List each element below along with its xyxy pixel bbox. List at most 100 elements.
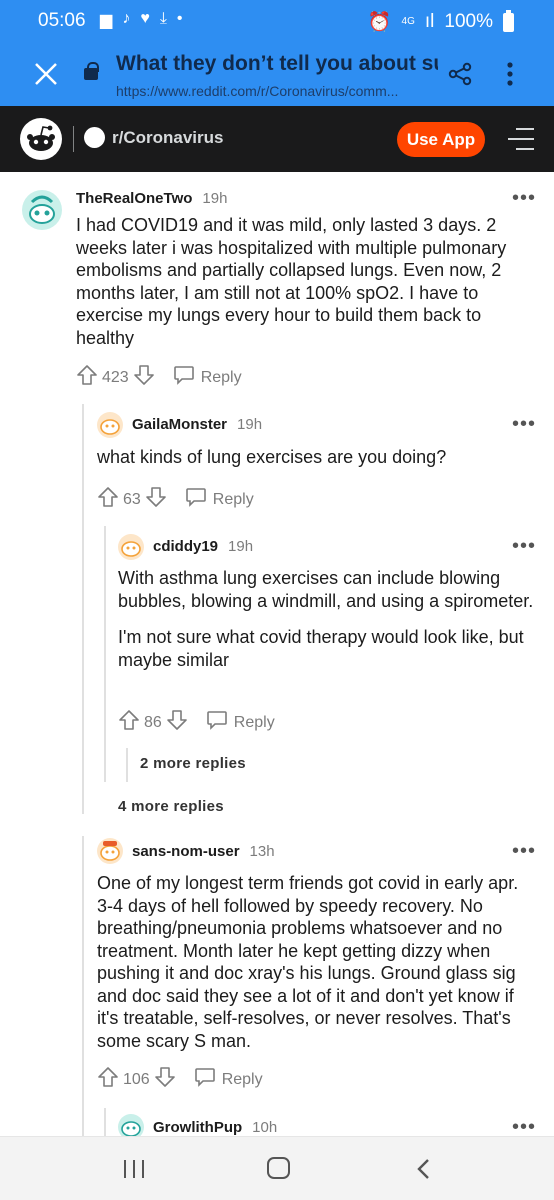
recent-apps-icon[interactable]: [124, 1160, 144, 1178]
alarm-icon: ⏰: [367, 12, 392, 33]
comment-age: 10h: [252, 1119, 278, 1136]
reddit-logo-icon[interactable]: [20, 118, 62, 160]
comment-author[interactable]: cdiddy19: [153, 538, 218, 555]
comment-paragraph: I had COVID19 and it was mild, only last…: [76, 215, 507, 348]
downvote-icon[interactable]: [154, 1066, 176, 1093]
signal-icon: ıl: [424, 11, 435, 32]
comment-body: One of my longest term friends got covid…: [97, 872, 539, 1052]
dot-icon: •: [176, 10, 183, 27]
more-replies-link[interactable]: 4 more replies: [118, 798, 224, 815]
reply-button[interactable]: Reply: [173, 365, 242, 390]
share-icon[interactable]: [447, 62, 473, 86]
avatar[interactable]: [97, 838, 123, 864]
close-icon[interactable]: [28, 56, 64, 92]
comment-actions: 106 Reply: [97, 1066, 263, 1093]
reply-label: Reply: [200, 368, 242, 386]
reply-button[interactable]: Reply: [185, 487, 254, 512]
header-divider: [73, 126, 74, 152]
comment-author[interactable]: GrowlithPup: [153, 1119, 242, 1136]
message-icon: ▆: [100, 12, 113, 29]
comment-actions: 423 Reply: [76, 364, 242, 391]
more-replies-link[interactable]: 2 more replies: [140, 755, 246, 772]
more-horizontal-icon[interactable]: •••: [512, 841, 536, 861]
battery-icon: [503, 9, 514, 32]
comment-header: TheRealOneTwo 19h: [76, 190, 227, 207]
reply-label: Reply: [212, 490, 254, 508]
comment-actions: 86 Reply: [118, 709, 275, 736]
avatar[interactable]: [97, 412, 123, 438]
reply-label: Reply: [233, 713, 275, 731]
comment-header: sans-nom-user 13h: [132, 843, 275, 860]
more-horizontal-icon[interactable]: •••: [512, 536, 536, 556]
upvote-icon[interactable]: [76, 364, 98, 391]
home-icon[interactable]: [267, 1157, 290, 1179]
reply-icon: [194, 1067, 216, 1092]
status-bar: 05:06 ▆ ♪ ♥ ⤓ • ⏰ 4G ıl 100%: [0, 0, 554, 42]
comment-age: 13h: [249, 843, 275, 860]
comment-author[interactable]: GailaMonster: [132, 416, 227, 433]
downvote-icon[interactable]: [133, 364, 155, 391]
bell-icon: ♪: [122, 10, 131, 27]
system-nav-bar: [0, 1136, 554, 1200]
avatar[interactable]: [22, 190, 62, 230]
avatar[interactable]: [118, 1114, 144, 1136]
page-url[interactable]: https://www.reddit.com/r/Coronavirus/com…: [116, 83, 438, 99]
comment-paragraph: One of my longest term friends got covid…: [97, 873, 519, 1051]
more-horizontal-icon[interactable]: •••: [512, 1117, 536, 1136]
thread-line[interactable]: [82, 404, 84, 814]
thread-line[interactable]: [82, 836, 84, 1136]
subreddit-link[interactable]: r/Coronavirus: [84, 127, 223, 148]
network-label: 4G: [401, 16, 415, 27]
reply-icon: [185, 487, 207, 512]
reply-button[interactable]: Reply: [194, 1067, 263, 1092]
comment-paragraph: what kinds of lung exercises are you doi…: [97, 447, 447, 467]
reddit-header: r/Coronavirus Use App: [0, 106, 554, 172]
browser-bar: What they don’t tell you about sur... ht…: [0, 42, 554, 106]
comment-author[interactable]: TheRealOneTwo: [76, 190, 192, 207]
comment-age: 19h: [202, 190, 228, 207]
upvote-icon[interactable]: [97, 1066, 119, 1093]
status-time: 05:06: [38, 10, 86, 31]
comment-body: With asthma lung exercises can include b…: [118, 567, 538, 671]
comment-age: 19h: [228, 538, 254, 555]
upvote-icon[interactable]: [118, 709, 140, 736]
upvote-icon[interactable]: [97, 486, 119, 513]
comment-author[interactable]: sans-nom-user: [132, 843, 240, 860]
reply-icon: [206, 710, 228, 735]
comment-header: cdiddy19 19h: [153, 538, 253, 555]
avatar[interactable]: [118, 534, 144, 560]
use-app-button[interactable]: Use App: [397, 122, 485, 157]
menu-icon[interactable]: [508, 128, 534, 150]
subreddit-icon: [84, 127, 105, 148]
lock-icon: [84, 62, 99, 80]
downvote-icon[interactable]: [166, 709, 188, 736]
vote-score: 106: [123, 1070, 150, 1088]
reply-label: Reply: [221, 1070, 263, 1088]
downvote-icon[interactable]: [145, 486, 167, 513]
back-icon[interactable]: [412, 1157, 436, 1181]
thread-line[interactable]: [126, 748, 128, 782]
page-title[interactable]: What they don’t tell you about sur...: [116, 52, 438, 76]
comment-age: 19h: [237, 416, 263, 433]
subreddit-name[interactable]: r/Coronavirus: [112, 128, 223, 148]
download-icon: ⤓: [159, 10, 167, 27]
comment-list: TheRealOneTwo 19h ••• I had COVID19 and …: [0, 172, 554, 1136]
battery-label: 100%: [444, 11, 493, 32]
more-vert-icon[interactable]: [500, 60, 520, 88]
comment-body: I had COVID19 and it was mild, only last…: [76, 214, 536, 349]
reply-button[interactable]: Reply: [206, 710, 275, 735]
more-horizontal-icon[interactable]: •••: [512, 414, 536, 434]
comment-paragraph: With asthma lung exercises can include b…: [118, 568, 534, 611]
more-horizontal-icon[interactable]: •••: [512, 188, 536, 208]
thread-line[interactable]: [104, 1108, 106, 1136]
reply-icon: [173, 365, 195, 390]
comment-header: GrowlithPup 10h: [153, 1119, 277, 1136]
notification-icons: ▆ ♪ ♥ ⤓ •: [100, 10, 183, 30]
comment-actions: 63 Reply: [97, 486, 254, 513]
vote-score: 86: [144, 713, 162, 731]
thread-line[interactable]: [104, 526, 106, 782]
comment-header: GailaMonster 19h: [132, 416, 262, 433]
comment-paragraph: I'm not sure what covid therapy would lo…: [118, 627, 524, 670]
vote-score: 423: [102, 368, 129, 386]
vote-score: 63: [123, 490, 141, 508]
